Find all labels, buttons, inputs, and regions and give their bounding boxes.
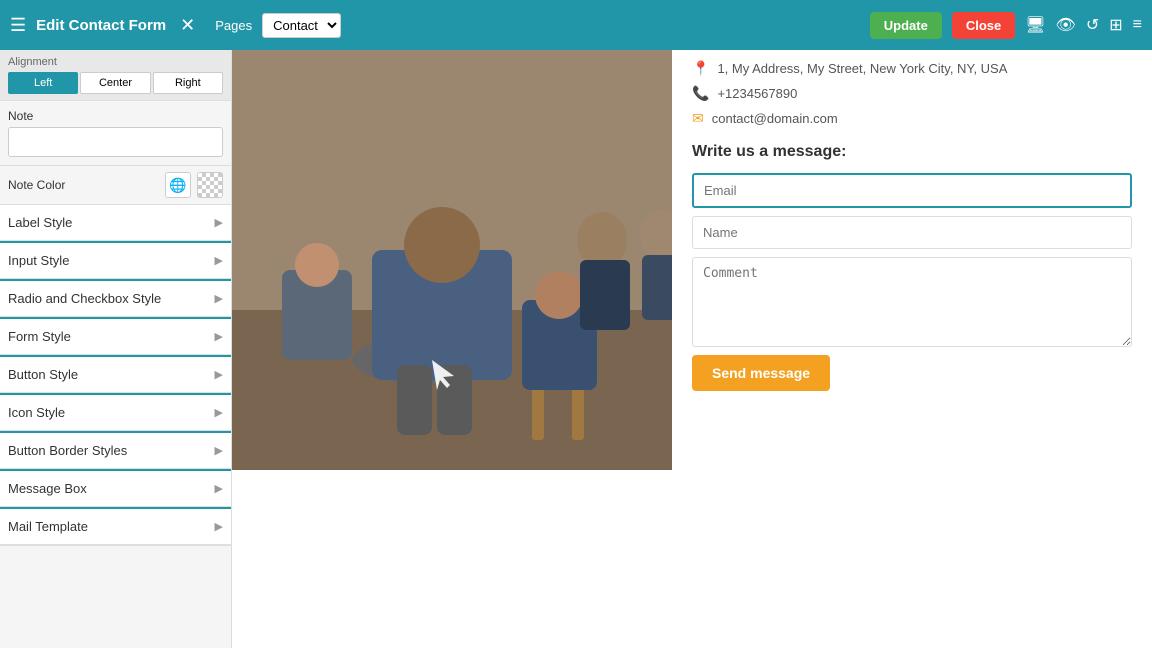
alignment-buttons: Left Center Right <box>8 72 223 94</box>
button-border-styles-item[interactable]: Button Border Styles ▶ <box>0 433 231 469</box>
sitemap-icon[interactable]: ⊞ <box>1109 15 1122 35</box>
phone-text: +1234567890 <box>717 86 797 101</box>
note-color-section: Note Color 🌐 <box>0 166 231 205</box>
label-style-arrow: ▶ <box>215 216 223 229</box>
color-globe-button[interactable]: 🌐 <box>165 172 191 198</box>
email-input[interactable] <box>692 173 1132 208</box>
align-left-button[interactable]: Left <box>8 72 78 94</box>
input-style-arrow: ▶ <box>215 254 223 267</box>
campfire-svg <box>232 50 672 470</box>
update-button[interactable]: Update <box>870 12 942 39</box>
desktop-icon[interactable]: 🖥 <box>1025 15 1045 35</box>
phone-icon: 📞 <box>692 85 709 102</box>
write-message-title: Write us a message: <box>692 143 1132 161</box>
eye-icon[interactable]: 👁 <box>1056 15 1076 35</box>
message-box-arrow: ▶ <box>215 482 223 495</box>
left-panel: Alignment Left Center Right Note Note Co… <box>0 50 232 648</box>
message-box-item[interactable]: Message Box ▶ <box>0 471 231 507</box>
contact-form: Send message <box>692 173 1132 391</box>
preview-image <box>232 50 672 470</box>
align-center-button[interactable]: Center <box>80 72 150 94</box>
hamburger-icon[interactable]: ☰ <box>10 15 26 36</box>
email-icon: ✉ <box>692 110 704 127</box>
contact-info: 📍 1, My Address, My Street, New York Cit… <box>692 60 1132 127</box>
history-icon[interactable]: ↺ <box>1086 15 1099 35</box>
pages-select[interactable]: Contact Home About <box>262 13 341 38</box>
name-input[interactable] <box>692 216 1132 249</box>
button-style-arrow: ▶ <box>215 368 223 381</box>
phone-row: 📞 +1234567890 <box>692 85 1132 102</box>
close-x-icon[interactable]: ✕ <box>180 15 195 36</box>
form-style-arrow: ▶ <box>215 330 223 343</box>
form-style-item[interactable]: Form Style ▶ <box>0 319 231 355</box>
note-color-label: Note Color <box>8 178 159 192</box>
color-checker-button[interactable] <box>197 172 223 198</box>
menu-icon[interactable]: ≡ <box>1133 16 1142 34</box>
menu-section: Label Style ▶ Input Style ▶ Radio and Ch… <box>0 205 231 546</box>
location-icon: 📍 <box>692 60 709 77</box>
pages-label: Pages <box>215 18 252 33</box>
preview-content: 📍 1, My Address, My Street, New York Cit… <box>232 50 1152 470</box>
preview-area: 📍 1, My Address, My Street, New York Cit… <box>232 50 1152 648</box>
contact-section: 📍 1, My Address, My Street, New York Cit… <box>672 50 1152 470</box>
note-input[interactable] <box>8 127 223 157</box>
input-style-item[interactable]: Input Style ▶ <box>0 243 231 279</box>
header-icons: 🖥 👁 ↺ ⊞ ≡ <box>1025 15 1142 35</box>
top-header: ☰ Edit Contact Form ✕ Pages Contact Home… <box>0 0 1152 50</box>
note-section: Note <box>0 101 231 166</box>
email-text: contact@domain.com <box>712 111 838 126</box>
comment-textarea[interactable] <box>692 257 1132 347</box>
icon-style-arrow: ▶ <box>215 406 223 419</box>
address-row: 📍 1, My Address, My Street, New York Cit… <box>692 60 1132 77</box>
radio-checkbox-style-item[interactable]: Radio and Checkbox Style ▶ <box>0 281 231 317</box>
main-layout: Alignment Left Center Right Note Note Co… <box>0 50 1152 648</box>
align-right-button[interactable]: Right <box>153 72 223 94</box>
email-row: ✉ contact@domain.com <box>692 110 1132 127</box>
header-title: Edit Contact Form <box>36 17 166 34</box>
mail-template-item[interactable]: Mail Template ▶ <box>0 509 231 545</box>
alignment-section: Alignment Left Center Right <box>0 50 231 101</box>
icon-style-item[interactable]: Icon Style ▶ <box>0 395 231 431</box>
note-label: Note <box>8 109 223 123</box>
mail-template-arrow: ▶ <box>215 520 223 533</box>
campfire-image <box>232 50 672 470</box>
label-style-item[interactable]: Label Style ▶ <box>0 205 231 241</box>
send-button[interactable]: Send message <box>692 355 830 391</box>
button-style-item[interactable]: Button Style ▶ <box>0 357 231 393</box>
alignment-label: Alignment <box>8 56 223 68</box>
button-border-styles-arrow: ▶ <box>215 444 223 457</box>
address-text: 1, My Address, My Street, New York City,… <box>717 61 1007 76</box>
close-button[interactable]: Close <box>952 12 1015 39</box>
radio-style-arrow: ▶ <box>215 292 223 305</box>
